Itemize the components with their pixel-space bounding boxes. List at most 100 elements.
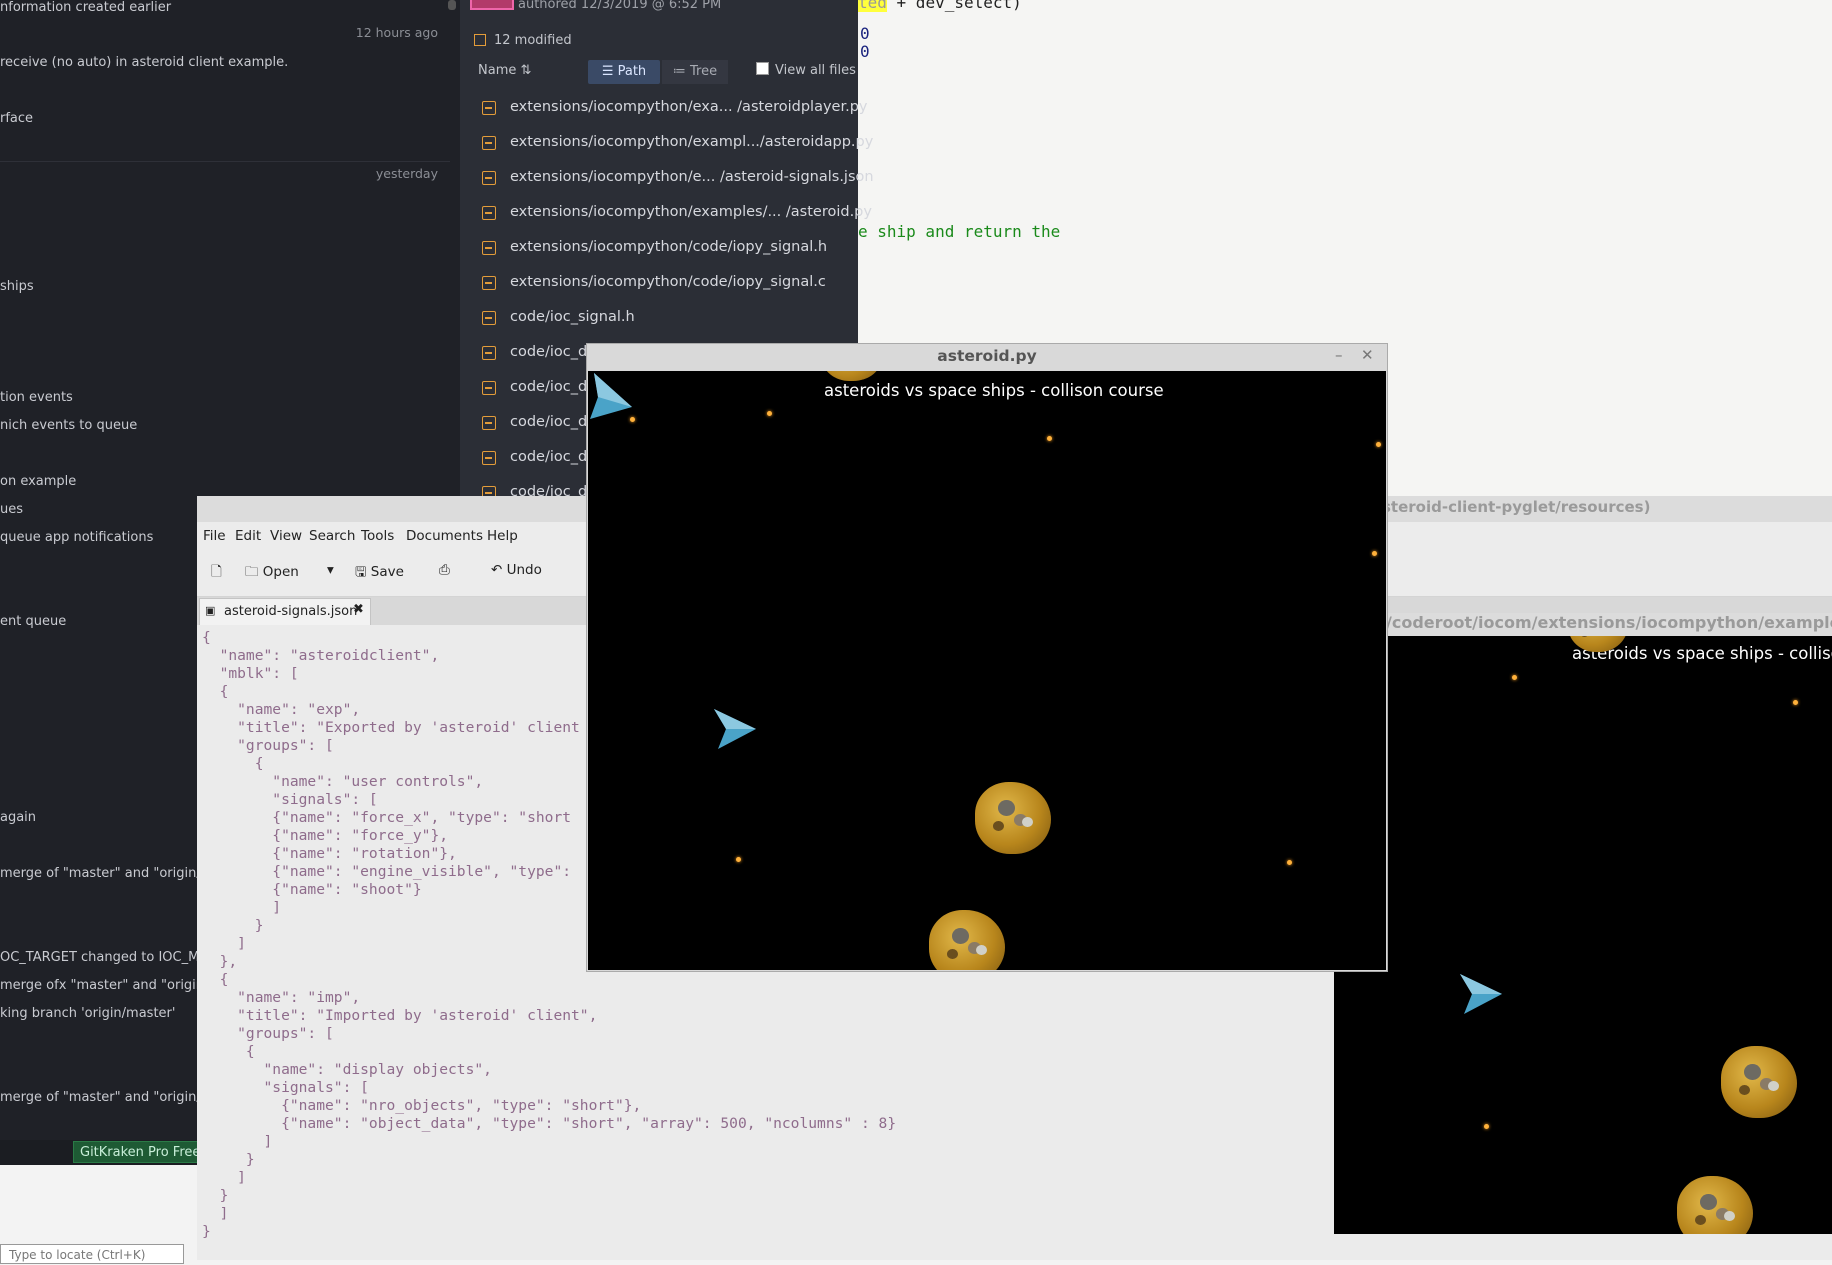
undo-button[interactable]: ↶ Undo: [491, 562, 542, 578]
code-text: + dev_select): [886, 0, 1022, 12]
code-line: {"name": "engine_visible", "type":: [202, 863, 572, 880]
space-ship-icon: [590, 373, 632, 419]
file-row[interactable]: extensions/iocompython/code/iopy_signal.…: [474, 232, 848, 264]
code-line: {: [202, 755, 264, 772]
modified-file-icon: [482, 276, 496, 290]
file-row[interactable]: extensions/iocompython/examples/... /ast…: [474, 197, 872, 229]
file-row[interactable]: extensions/iocompython/e... /asteroid-si…: [474, 162, 874, 194]
commit-item[interactable]: king branch 'origin/master': [0, 1006, 175, 1021]
asteroid-game-canvas[interactable]: asteroids vs space ships - collison cour…: [588, 371, 1386, 970]
commit-item[interactable]: nich events to queue: [0, 418, 137, 433]
file-row[interactable]: code/ioc_signal.h: [474, 302, 848, 334]
file-path: extensions/iocompython/exampl.../asteroi…: [510, 134, 874, 150]
tree-tab-label: Tree: [690, 64, 718, 79]
code-line: "title": "Exported by 'asteroid' client: [202, 719, 580, 736]
minimize-icon[interactable]: –: [1335, 346, 1343, 364]
file-row[interactable]: extensions/iocompython/code/iopy_signal.…: [474, 267, 848, 299]
code-line: {"name": "shoot"}: [202, 881, 422, 898]
commit-item[interactable]: nformation created earlier: [0, 0, 171, 15]
modified-label: 12 modified: [494, 33, 572, 48]
print-icon[interactable]: ⎙: [439, 562, 450, 578]
asteroid-game-canvas-2[interactable]: asteroids vs space ships - collisor: [1334, 636, 1832, 1234]
file-row[interactable]: extensions/iocompython/exampl.../asteroi…: [474, 127, 873, 159]
gedit-window-title: steroid-client-pyglet/resources): [1382, 498, 1651, 516]
commit-item[interactable]: again: [0, 810, 36, 825]
menu-search[interactable]: Search: [309, 528, 355, 544]
close-icon[interactable]: ✖: [353, 602, 364, 617]
commit-item[interactable]: queue app notifications: [0, 530, 153, 545]
code-line: {"name": "force_x", "type": "short: [202, 809, 572, 826]
asteroid-rock: [929, 910, 1005, 970]
code-line: "name": "imp",: [202, 989, 361, 1006]
code-line: "name": "asteroidclient",: [202, 647, 440, 664]
code-line-1: ted + dev_select): [858, 0, 1022, 12]
code-line-2: 0: [860, 24, 870, 43]
asteroid-window-2-title[interactable]: /coderoot/iocom/extensions/iocompython/e…: [1386, 613, 1832, 636]
code-line: }: [202, 1151, 255, 1168]
open-dropdown-icon[interactable]: ▾: [327, 562, 334, 578]
commit-item[interactable]: ships: [0, 279, 34, 294]
open-button[interactable]: 🗀 Open: [245, 562, 299, 585]
file-row[interactable]: extensions/iocompython/exa... /asteroidp…: [474, 92, 868, 124]
save-icon: 🖫: [355, 564, 371, 580]
menu-tools[interactable]: Tools: [361, 528, 394, 544]
code-line: }: [202, 1187, 229, 1204]
menu-file[interactable]: File: [203, 528, 226, 544]
commit-item[interactable]: ent queue: [0, 614, 66, 629]
code-line: {"name": "nro_objects", "type": "short"}…: [202, 1097, 642, 1114]
scrollbar-thumb[interactable]: [448, 0, 456, 10]
star: [767, 411, 772, 416]
file-path: extensions/iocompython/examples/... /ast…: [510, 204, 872, 220]
star: [1376, 442, 1381, 447]
undo-icon: ↶: [491, 562, 507, 578]
tree-icon: ≔: [672, 64, 691, 79]
menu-edit[interactable]: Edit: [235, 528, 261, 544]
commit-item[interactable]: rface: [0, 111, 33, 126]
save-button[interactable]: 🖫 Save: [355, 562, 404, 585]
commit-item[interactable]: tion events: [0, 390, 73, 405]
tree-view-tab[interactable]: ≔ Tree: [662, 60, 728, 84]
code-line: {"name": "force_y"},: [202, 827, 449, 844]
star: [1793, 700, 1798, 705]
asteroid-rock: [822, 371, 882, 381]
menu-view[interactable]: View: [270, 528, 302, 544]
code-line: },: [202, 953, 238, 970]
code-line: "groups": [: [202, 1025, 334, 1042]
view-all-files-toggle[interactable]: View all files: [756, 62, 856, 78]
locate-input[interactable]: Type to locate (Ctrl+K): [0, 1244, 184, 1264]
path-view-tab[interactable]: ☰ Path: [588, 60, 660, 84]
code-comment-line: e ship and return the: [858, 222, 1061, 241]
close-window-icon[interactable]: ✕: [1361, 346, 1374, 364]
modified-file-icon: [482, 171, 496, 185]
code-line: "signals": [: [202, 791, 378, 808]
modified-file-icon: [482, 101, 496, 115]
trial-badge[interactable]: GitKraken Pro Free T: [73, 1141, 203, 1163]
modified-count: 12 modified: [474, 33, 572, 48]
asteroid-window-title[interactable]: asteroid.py: [586, 343, 1388, 370]
menu-documents[interactable]: Documents: [406, 528, 483, 544]
modified-file-icon: [482, 451, 496, 465]
view-all-checkbox[interactable]: [756, 62, 769, 75]
space-ship-icon: [714, 709, 756, 749]
code-line: ]: [202, 1169, 246, 1186]
commit-item[interactable]: on example: [0, 474, 76, 489]
asteroid-rock: [975, 782, 1051, 854]
menu-help[interactable]: Help: [487, 528, 518, 544]
modified-icon: [474, 34, 486, 46]
file-path: extensions/iocompython/code/iopy_signal.…: [510, 239, 828, 255]
code-line: }: [202, 917, 264, 934]
code-line: {: [202, 1043, 255, 1060]
commit-item[interactable]: OC_TARGET changed to IOC_MBLK_: [0, 950, 230, 965]
document-tab[interactable]: ▣ asteroid-signals.json ✖: [199, 598, 371, 625]
star: [1287, 860, 1292, 865]
commit-item[interactable]: ues: [0, 502, 23, 517]
list-icon: ☰: [601, 64, 618, 79]
commit-item[interactable]: receive (no auto) in asteroid client exa…: [0, 55, 288, 70]
asteroid-rock: [1677, 1176, 1753, 1234]
star: [1512, 675, 1517, 680]
view-all-label: View all files: [775, 63, 856, 78]
new-document-icon[interactable]: 🗋: [211, 562, 222, 585]
commit-timestamp: yesterday: [375, 166, 438, 181]
file-path: extensions/iocompython/exa... /asteroidp…: [510, 99, 868, 115]
name-sort-header[interactable]: Name ⇅: [478, 63, 531, 78]
